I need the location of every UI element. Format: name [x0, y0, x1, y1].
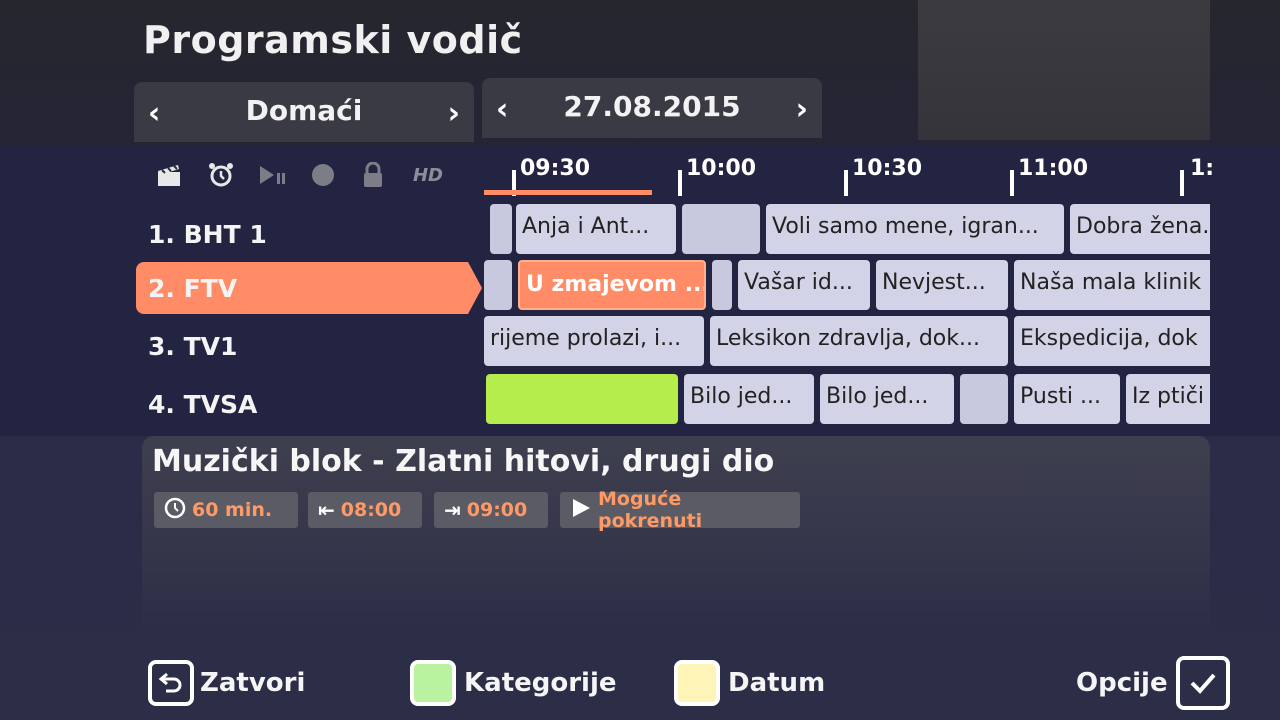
channel-item[interactable]: 3. TV1 [136, 320, 466, 372]
program-grid: Anja i Ant... Voli samo mene, igran... D… [484, 198, 1210, 424]
category-label: Domaći [245, 94, 363, 127]
duration-badge: 60 min. [154, 492, 298, 528]
program-cell[interactable]: Leksikon zdravlja, dok... [710, 316, 1008, 366]
end-time-badge: ⇥ 09:00 [434, 492, 548, 528]
time-tick-mark [1180, 170, 1184, 196]
program-cell[interactable]: Voli samo mene, igran... [766, 204, 1064, 254]
playback-status-badge: Moguće pokrenuti [560, 488, 800, 532]
program-cell-selected[interactable]: U zmajevom ... [518, 260, 706, 310]
clapperboard-icon[interactable] [152, 158, 186, 192]
current-time-indicator [484, 190, 652, 195]
program-cell[interactable]: Naša mala klinik [1014, 260, 1210, 310]
clock-icon [164, 497, 186, 524]
program-cell[interactable]: Vašar id... [738, 260, 870, 310]
program-cell[interactable] [484, 260, 512, 310]
program-cell[interactable]: Bilo jed... [684, 374, 814, 424]
options-label: Opcije [1076, 668, 1168, 698]
time-tick-mark [678, 170, 682, 196]
time-tick-label: 09:30 [520, 156, 591, 181]
hd-icon[interactable]: HD [408, 158, 448, 192]
category-selector: ‹ Domaći › [134, 82, 474, 142]
page-title: Programski vodič [143, 18, 523, 62]
program-cell[interactable]: rijeme prolazi, i... [484, 316, 704, 366]
close-button[interactable]: Zatvori [148, 656, 313, 710]
program-cell[interactable]: Nevjest... [876, 260, 1008, 310]
program-cell[interactable] [712, 260, 732, 310]
channel-item[interactable]: 1. BHT 1 [136, 208, 466, 260]
green-key-icon [410, 660, 456, 706]
program-details-panel: Muzički blok - Zlatni hitovi, drugi dio … [142, 436, 1210, 636]
date-footer-label: Datum [728, 668, 826, 698]
end-time-value: 09:00 [466, 499, 528, 521]
program-cell[interactable] [490, 204, 512, 254]
back-key-icon [148, 660, 194, 706]
playback-status-text: Moguće pokrenuti [598, 488, 703, 532]
ok-key-icon [1175, 656, 1230, 710]
time-tick-label: 10:30 [852, 156, 923, 181]
date-selector: ‹ 27.08.2015 › [482, 78, 822, 138]
categories-label: Kategorije [464, 668, 617, 698]
start-time-icon: ⇤ [318, 498, 335, 522]
close-label: Zatvori [200, 668, 306, 698]
timeline: 09:30 10:00 10:30 11:00 1: [484, 146, 1214, 196]
record-icon[interactable] [306, 158, 340, 192]
program-cell[interactable]: Pusti ... [1014, 374, 1120, 424]
program-cell[interactable]: Anja i Ant... [516, 204, 676, 254]
program-title: Muzički blok - Zlatni hitovi, drugi dio [152, 444, 775, 479]
yellow-key-icon [674, 660, 720, 706]
options-button[interactable]: Opcije [1068, 656, 1230, 710]
time-tick-label: 11:00 [1018, 156, 1089, 181]
program-cell[interactable]: Ekspedicija, dok [1014, 316, 1210, 366]
program-cell[interactable] [486, 374, 678, 424]
categories-button[interactable]: Kategorije [410, 656, 625, 710]
time-tick-mark [1010, 170, 1014, 196]
channel-item[interactable]: 4. TVSA [136, 378, 466, 430]
start-time-badge: ⇤ 08:00 [308, 492, 422, 528]
alarm-clock-icon[interactable] [204, 158, 238, 192]
date-next-arrow-icon[interactable]: › [796, 92, 808, 127]
date-button[interactable]: Datum [674, 656, 833, 710]
program-cell[interactable]: Dobra žena. [1070, 204, 1210, 254]
background-panel [918, 0, 1210, 140]
program-cell[interactable] [960, 374, 1008, 424]
play-icon [570, 497, 592, 524]
time-tick-label: 10:00 [686, 156, 757, 181]
date-label: 27.08.2015 [563, 90, 741, 123]
program-cell[interactable]: Iz ptiči [1126, 374, 1210, 424]
end-time-icon: ⇥ [444, 498, 461, 522]
category-next-arrow-icon[interactable]: › [448, 96, 460, 131]
start-time-value: 08:00 [340, 499, 402, 521]
channel-item-selected[interactable]: 2. FTV [136, 262, 482, 314]
time-tick-label: 1: [1190, 156, 1215, 181]
play-pause-icon[interactable] [256, 158, 290, 192]
program-cell[interactable]: Bilo jed... [820, 374, 954, 424]
duration-value: 60 min. [192, 499, 273, 521]
time-tick-mark [844, 170, 848, 196]
lock-icon[interactable] [356, 158, 390, 192]
program-cell[interactable] [682, 204, 760, 254]
